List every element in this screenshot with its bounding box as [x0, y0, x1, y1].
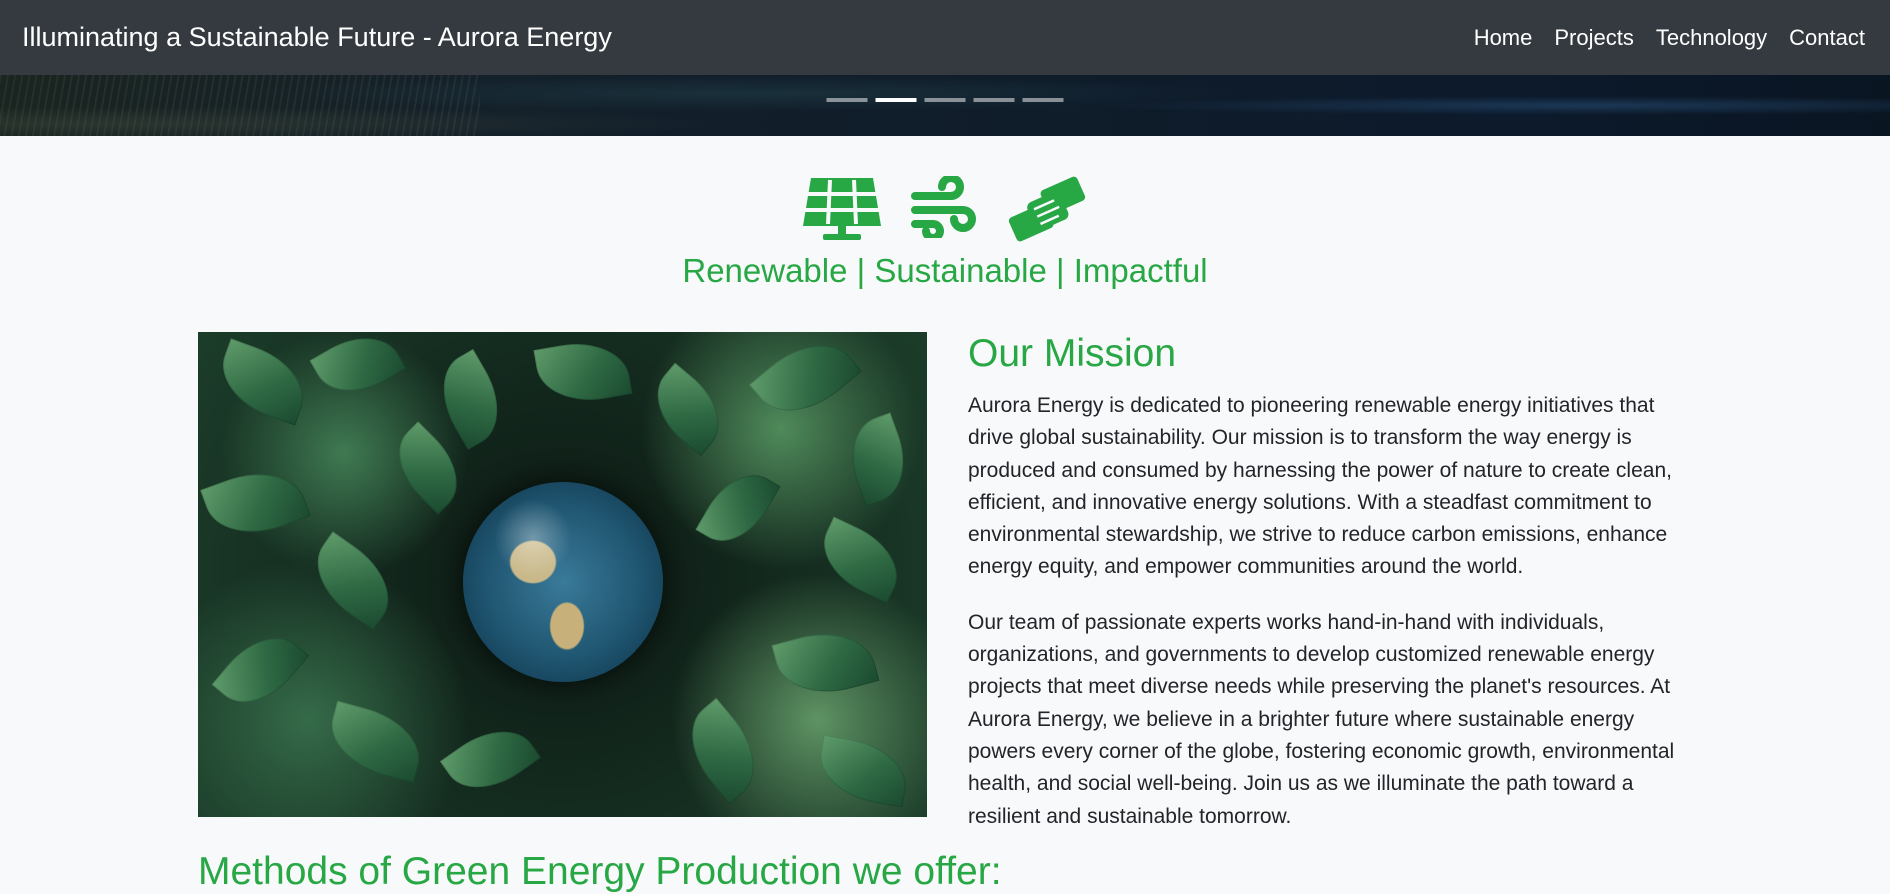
- nav-link-home[interactable]: Home: [1474, 25, 1533, 51]
- brand-link[interactable]: Illuminating a Sustainable Future - Auro…: [22, 22, 612, 53]
- navbar: Illuminating a Sustainable Future - Auro…: [0, 0, 1890, 75]
- mission-section: Our Mission Aurora Energy is dedicated t…: [968, 332, 1698, 856]
- handshake-icon: [1005, 176, 1089, 242]
- globe-graphic: [463, 482, 663, 682]
- methods-title: Methods of Green Energy Production we of…: [198, 850, 1002, 893]
- mission-title: Our Mission: [968, 332, 1177, 375]
- carousel-indicator-2[interactable]: [875, 98, 917, 102]
- nav-link-projects[interactable]: Projects: [1554, 25, 1633, 51]
- earth-leaves-image: [198, 332, 927, 817]
- solar-panel-icon: [801, 176, 883, 242]
- feature-icons: [0, 176, 1890, 242]
- hero-background-grass: [0, 75, 480, 136]
- tagline: Renewable | Sustainable | Impactful: [682, 252, 1208, 289]
- nav-link-technology[interactable]: Technology: [1656, 25, 1767, 51]
- mission-paragraph-1: Aurora Energy is dedicated to pioneering…: [968, 394, 1672, 579]
- carousel-indicator-4[interactable]: [973, 98, 1015, 102]
- carousel-indicator-1[interactable]: [826, 98, 868, 102]
- carousel-indicator-3[interactable]: [924, 98, 966, 102]
- wind-icon: [911, 176, 977, 242]
- carousel-indicator-5[interactable]: [1022, 98, 1064, 102]
- nav-link-contact[interactable]: Contact: [1789, 25, 1865, 51]
- hero-carousel: [0, 75, 1890, 136]
- nav-links: Home Projects Technology Contact: [1474, 25, 1865, 51]
- mission-paragraph-2: Our team of passionate experts works han…: [968, 610, 1675, 828]
- carousel-indicators: [826, 98, 1064, 102]
